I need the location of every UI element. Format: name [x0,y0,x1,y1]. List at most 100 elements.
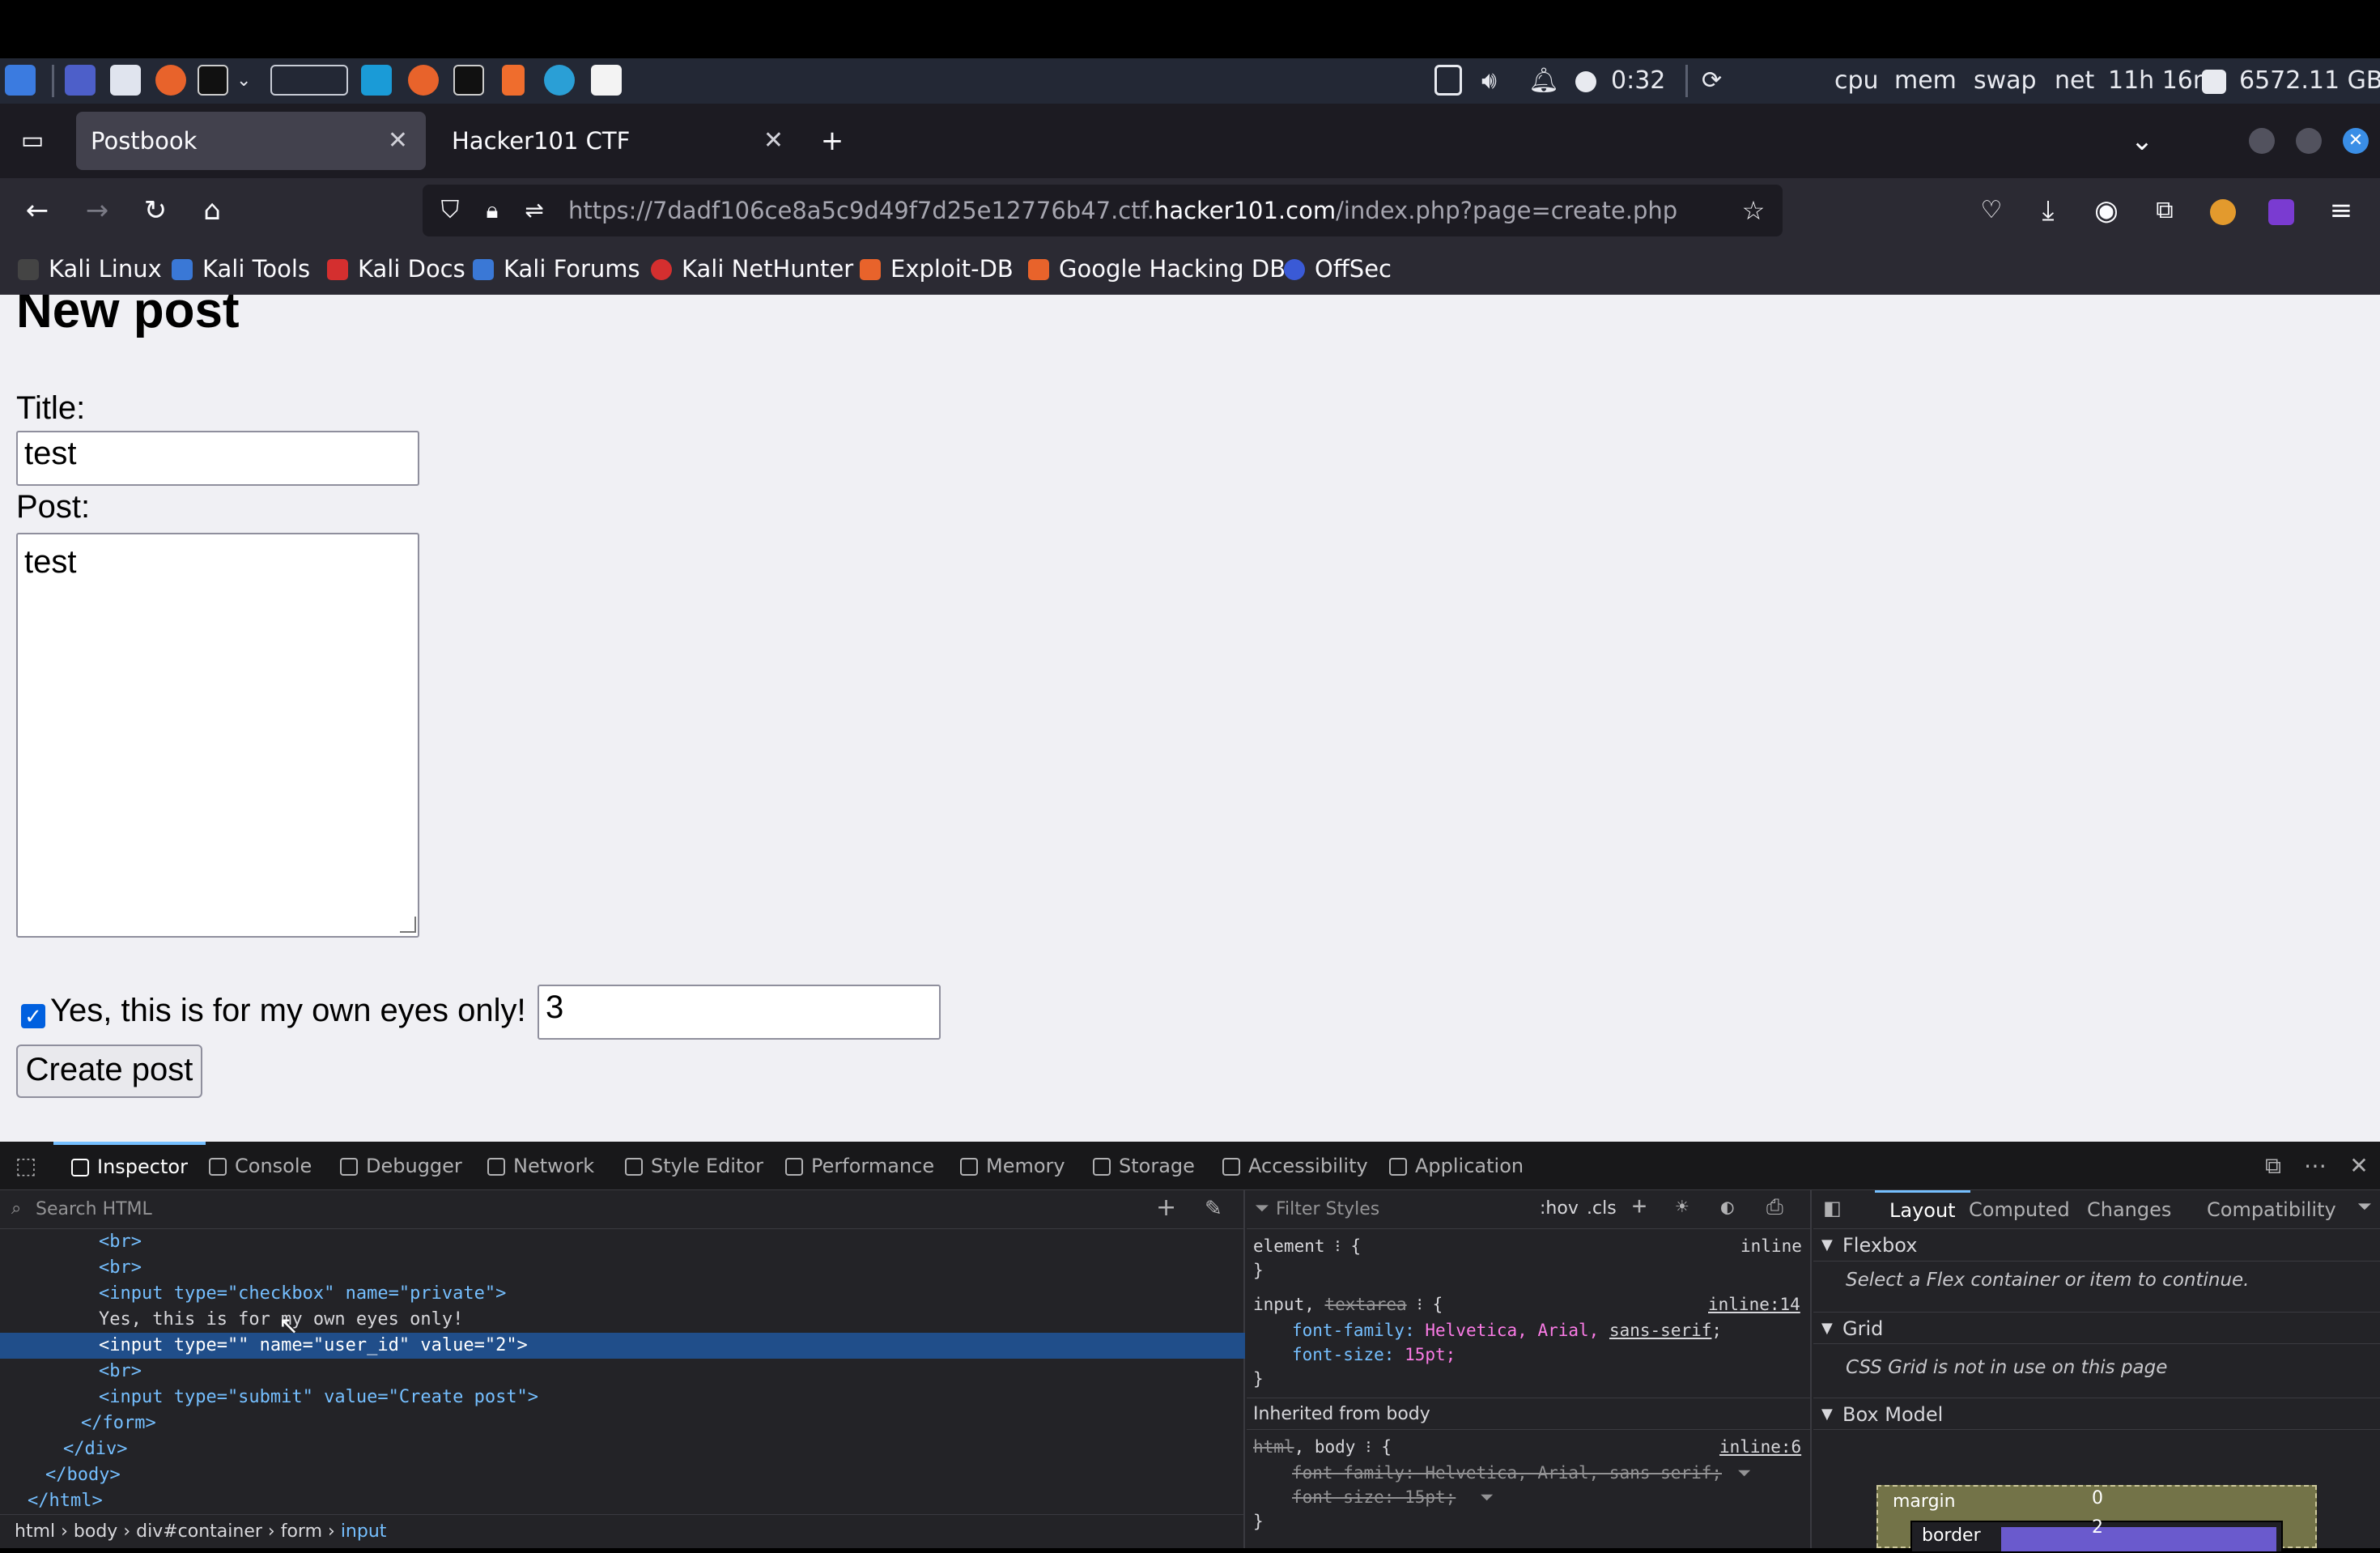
box-model-border-value[interactable]: 2 [2092,1517,2103,1538]
toggle-sidebar-icon[interactable]: ◧ [1823,1197,1842,1219]
back-icon[interactable]: ← [18,191,57,230]
close-icon[interactable]: ✕ [763,112,784,170]
tab-network[interactable]: Network [487,1142,594,1190]
tab-accessibility[interactable]: Accessibility [1222,1142,1368,1190]
search-html-input[interactable]: Search HTML [0,1190,1245,1229]
create-post-button[interactable]: Create post [16,1045,202,1098]
lock-icon[interactable]: 🔒︎ [473,191,512,230]
markup-line[interactable]: Yes, this is for my own eyes only! [0,1307,1245,1333]
filter-icon[interactable]: ⏷ [1737,1461,1751,1485]
tab-storage[interactable]: Storage [1093,1142,1195,1190]
tab-postbook[interactable]: Postbook ✕ [76,112,426,170]
chevron-down-icon[interactable]: ⏷ [2357,1197,2372,1217]
menu-icon[interactable]: ≡ [2322,191,2361,230]
breadcrumb-item[interactable]: form [281,1521,322,1542]
print-media-icon[interactable]: ⎙ [1766,1195,1783,1220]
add-rule-icon[interactable]: + [1632,1192,1647,1220]
tab-application[interactable]: Application [1389,1142,1524,1190]
cls-toggle[interactable]: .cls [1587,1198,1617,1219]
bookmark-kali-forums[interactable]: Kali Forums [473,251,640,287]
markup-line[interactable]: </body> [0,1462,1245,1488]
bookmark-kali-docs[interactable]: Kali Docs [327,251,465,287]
declaration-font-family[interactable]: font-family: Helvetica, Arial, sans-seri… [1292,1318,1722,1342]
box-model-section-header[interactable]: ▼ Box Model [1813,1398,2380,1430]
flexbox-section-header[interactable]: ▼ Flexbox [1813,1229,2380,1262]
tab-changes[interactable]: Changes [2087,1190,2171,1229]
terminal-window-icon[interactable] [453,65,484,96]
firefox-icon[interactable] [155,65,186,96]
app-launcher-icon[interactable] [361,65,392,96]
download-icon[interactable]: ⤓ [2029,191,2068,230]
more-options-icon[interactable]: ⋯ [2296,1147,2335,1185]
resize-handle-icon[interactable] [400,917,416,933]
filter-icon[interactable]: ⏷ [1480,1485,1494,1509]
property-value-link[interactable]: sans-serif [1609,1321,1711,1340]
refresh-icon[interactable]: ⟳ [1702,65,1722,97]
markup-line[interactable]: <input type="submit" value="Create post"… [0,1385,1245,1410]
burp-window-icon[interactable] [502,65,525,96]
close-icon[interactable]: ✕ [388,112,408,170]
bookmark-exploit-db[interactable]: Exploit-DB [860,251,1014,287]
bookmark-offsec[interactable]: OffSec [1284,251,1392,287]
bookmark-kali-nethunter[interactable]: Kali NetHunter [651,251,853,287]
close-devtools-icon[interactable]: ✕ [2340,1147,2378,1185]
rule-element-source[interactable]: inline [1740,1234,1802,1258]
breadcrumb-item-current[interactable]: input [341,1521,387,1542]
browser-window-icon[interactable] [544,65,575,96]
maximize-window-icon[interactable] [2296,128,2322,154]
breadcrumb-item[interactable]: html [15,1521,55,1542]
close-window-icon[interactable]: ✕ [2343,128,2369,154]
private-checkbox[interactable]: ✓ [21,1004,45,1028]
file-manager-icon[interactable] [110,65,141,96]
account-icon[interactable]: ◉ [2087,191,2126,230]
box-model-margin-value[interactable]: 0 [2092,1488,2103,1508]
terminal-icon[interactable] [198,65,228,96]
bookmark-kali-linux[interactable]: Kali Linux [18,251,162,287]
user-id-input[interactable]: 3 [538,985,941,1040]
markup-line-selected[interactable]: <input type="" name="user_id" value="2"> [0,1333,1245,1359]
chevron-down-icon[interactable]: ⌄ [236,65,251,97]
add-node-icon[interactable]: + [1156,1193,1176,1222]
tab-computed[interactable]: Computed [1969,1190,2070,1229]
desktop-icon[interactable] [65,65,96,96]
tab-hacker101-ctf[interactable]: Hacker101 CTF ✕ [437,112,801,170]
foxyproxy-icon[interactable] [2210,199,2236,225]
extensions-icon[interactable]: ⧉ [2145,191,2184,230]
volume-icon[interactable]: 🔊︎ [1481,65,1497,97]
declaration-font-size[interactable]: font-size: 15pt; [1292,1342,1456,1367]
minimize-window-icon[interactable] [2249,128,2275,154]
post-textarea[interactable]: test [16,533,419,938]
box-model-margin[interactable]: margin 0 border 2 [1876,1485,2317,1553]
tab-style-editor[interactable]: Style Editor [625,1142,763,1190]
tab-inspector[interactable]: Inspector [53,1142,206,1190]
screen-icon[interactable] [1434,65,1462,96]
forward-icon[interactable]: → [78,191,117,230]
box-model-border[interactable]: border 2 [1910,1517,2283,1553]
list-all-tabs-icon[interactable]: ⌄ [2123,121,2161,160]
eyedropper-icon[interactable]: ✎ [1205,1197,1222,1221]
rule-body-source[interactable]: inline:6 [1719,1435,1801,1459]
dock-side-icon[interactable]: ⧉ [2254,1147,2293,1185]
markup-line[interactable]: <input type="checkbox" name="private"> [0,1281,1245,1307]
firefox-window-icon[interactable] [408,65,439,96]
markup-line[interactable]: </div> [0,1436,1245,1462]
tab-compatibility[interactable]: Compatibility [2207,1190,2336,1229]
kali-menu-icon[interactable] [5,65,36,96]
dark-theme-icon[interactable]: ◐ [1721,1195,1734,1219]
title-input[interactable]: test [16,431,419,486]
new-tab-icon[interactable]: + [813,121,852,160]
tab-debugger[interactable]: Debugger [340,1142,462,1190]
markup-line[interactable]: <br> [0,1255,1245,1281]
tab-layout[interactable]: Layout [1875,1190,1970,1229]
bookmark-star-icon[interactable]: ☆ [1734,191,1773,230]
declaration-inherited-font-size[interactable]: font-size: 15pt; [1292,1485,1456,1509]
markup-line[interactable]: </html> [0,1488,1245,1514]
tab-memory[interactable]: Memory [960,1142,1065,1190]
extension-badge-icon[interactable] [2268,199,2294,225]
shield-icon[interactable]: ⛉ [431,191,470,230]
grid-section-header[interactable]: ▼ Grid [1813,1312,2380,1344]
light-theme-icon[interactable]: ☀ [1676,1195,1689,1219]
breadcrumb-item[interactable]: div#container [136,1521,262,1542]
bookmark-kali-tools[interactable]: Kali Tools [172,251,310,287]
markup-line[interactable]: </form> [0,1410,1245,1436]
